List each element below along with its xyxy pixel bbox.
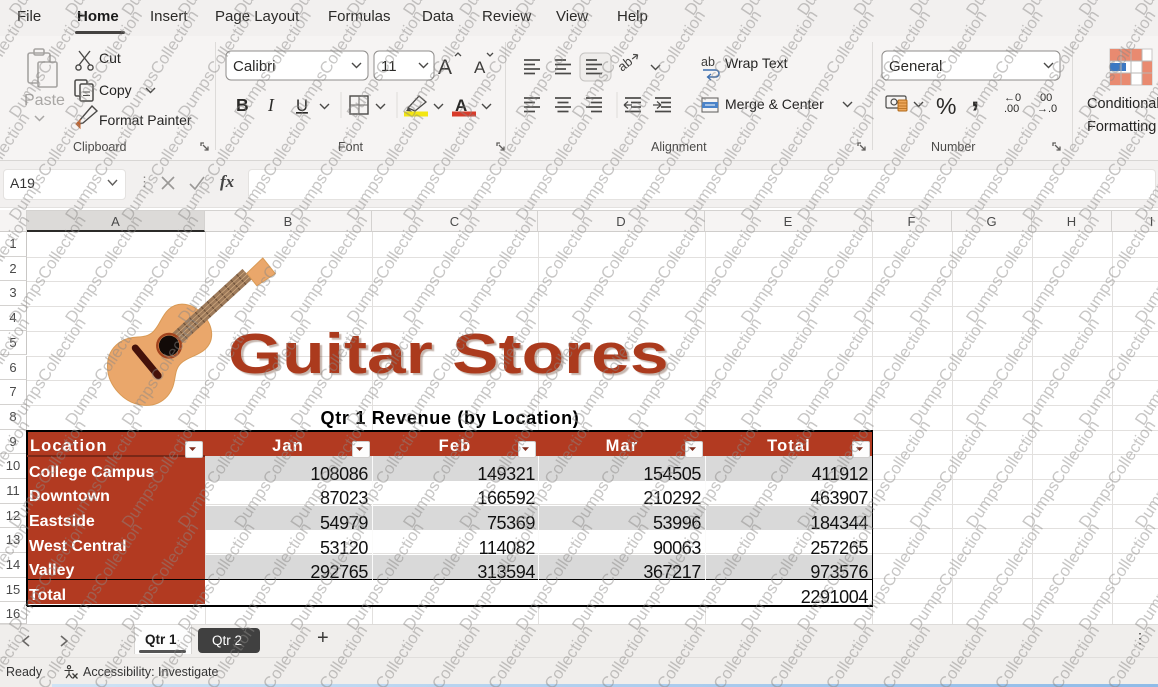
svg-text:Calibri: Calibri	[233, 58, 276, 75]
svg-text:General: General	[889, 58, 942, 75]
svg-text:U: U	[296, 97, 308, 115]
svg-text:,: ,	[971, 80, 979, 113]
svg-text:→.0: →.0	[1037, 103, 1057, 115]
svg-text:Cut: Cut	[99, 50, 121, 66]
svg-text:B: B	[236, 95, 249, 115]
svg-text:%: %	[936, 93, 956, 119]
svg-text:I: I	[267, 95, 275, 115]
svg-text:11: 11	[381, 58, 397, 75]
svg-text:Format Painter: Format Painter	[99, 112, 192, 128]
svg-text:.00: .00	[1004, 103, 1019, 115]
svg-text:ab: ab	[701, 55, 715, 69]
svg-text:Wrap Text: Wrap Text	[725, 55, 788, 71]
svg-text:Paste: Paste	[24, 92, 65, 109]
svg-text:Copy: Copy	[99, 82, 132, 98]
svg-text:A: A	[474, 58, 486, 77]
svg-text:Conditional: Conditional	[1087, 96, 1158, 112]
svg-text:ab: ab	[615, 54, 636, 75]
svg-text:Formatting: Formatting	[1087, 119, 1156, 135]
svg-text:Merge & Center: Merge & Center	[725, 96, 824, 112]
svg-text:A: A	[438, 56, 452, 79]
